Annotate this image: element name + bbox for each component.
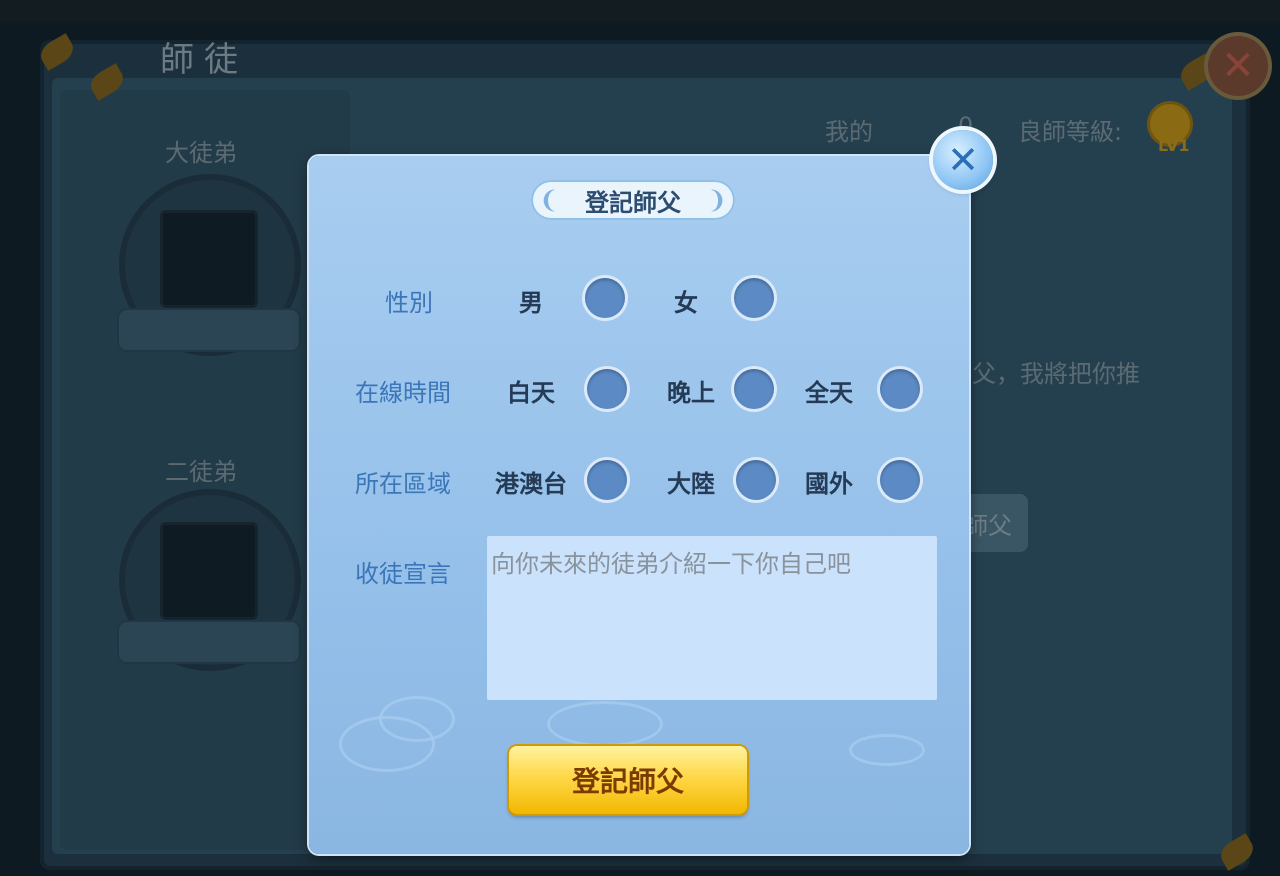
disciple-slot-2-portrait xyxy=(160,522,258,620)
close-icon: ✕ xyxy=(1221,43,1255,89)
panel-close-button[interactable]: ✕ xyxy=(1208,36,1268,96)
disciple-slot-1-portrait xyxy=(160,210,258,308)
curl-right-icon: ❩ xyxy=(706,186,727,214)
disciple-slot-1-base xyxy=(117,308,301,352)
cloud-decoration-icon xyxy=(547,701,663,747)
declaration-label: 收徒宣言 xyxy=(355,560,451,588)
dialog-title: 登記師父 xyxy=(585,188,681,217)
online-night-radio[interactable] xyxy=(734,369,774,409)
cloud-decoration-icon xyxy=(849,734,925,766)
region-mainland-label: 大陸 xyxy=(667,470,715,498)
gender-male-label: 男 xyxy=(519,289,543,317)
my-books-label: 我的 xyxy=(825,118,873,146)
register-master-button-label: 登記師父 xyxy=(571,765,684,798)
online-allday-radio[interactable] xyxy=(880,369,920,409)
region-hk-mo-tw-label: 港澳台 xyxy=(495,470,567,498)
teacher-level-value: LV1 xyxy=(1158,136,1190,155)
curl-left-icon: ❨ xyxy=(539,186,560,214)
region-hk-mo-tw-radio[interactable] xyxy=(587,460,627,500)
panel-title: 師徒 xyxy=(160,40,248,80)
register-master-button[interactable]: 登記師父 xyxy=(509,746,747,814)
close-icon: ✕ xyxy=(947,138,979,182)
region-overseas-radio[interactable] xyxy=(880,460,920,500)
online-night-label: 晚上 xyxy=(667,379,715,407)
top-status-bar xyxy=(0,0,1280,22)
online-time-label: 在線時間 xyxy=(355,379,451,407)
dialog-close-button[interactable]: ✕ xyxy=(933,130,993,190)
dialog-title-banner: ❨ 登記師父 ❩ xyxy=(531,180,735,220)
declaration-input[interactable] xyxy=(487,536,937,700)
teacher-level-label: 良師等級: xyxy=(1018,118,1123,146)
region-mainland-radio[interactable] xyxy=(736,460,776,500)
disciple-slot-2-label: 二徒弟 xyxy=(165,458,237,486)
cloud-decoration-icon xyxy=(379,696,455,742)
register-master-dialog: ❨ 登記師父 ❩ ✕ 性別 男 女 在線時間 白天 晚上 全天 所在區域 港澳台… xyxy=(309,130,993,854)
online-allday-label: 全天 xyxy=(805,379,853,407)
region-label: 所在區域 xyxy=(355,470,451,498)
disciple-slot-1-label: 大徒弟 xyxy=(165,139,237,167)
hint-text: 父，我將把你推 xyxy=(972,360,1140,388)
online-day-radio[interactable] xyxy=(587,369,627,409)
gender-label: 性別 xyxy=(385,289,433,317)
gender-male-radio[interactable] xyxy=(585,278,625,318)
gender-female-label: 女 xyxy=(674,289,698,317)
gender-female-radio[interactable] xyxy=(734,278,774,318)
region-overseas-label: 國外 xyxy=(805,470,853,498)
online-day-label: 白天 xyxy=(507,379,555,407)
register-master-shortcut-label: 師父 xyxy=(964,511,1012,540)
disciple-slot-2-base xyxy=(117,620,301,664)
